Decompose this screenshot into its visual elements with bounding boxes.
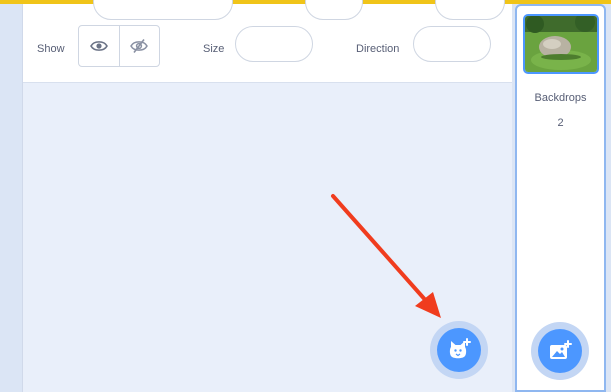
left-gutter [0, 4, 22, 392]
image-plus-icon [550, 340, 572, 359]
show-label: Show [37, 43, 65, 55]
size-label: Size [203, 43, 225, 55]
backdrops-count: 2 [557, 117, 564, 129]
backdrop-image [525, 16, 597, 72]
backdrops-label: Backdrops [534, 92, 587, 104]
stage-selector[interactable]: Backdrops 2 [515, 4, 606, 392]
choose-backdrop-button[interactable] [531, 322, 589, 380]
eye-slash-icon [130, 39, 149, 53]
cat-plus-icon [449, 338, 471, 359]
sprite-name-field[interactable] [93, 0, 233, 20]
show-sprite-button[interactable] [79, 26, 119, 66]
sprite-info-pane: Show Size Direction [23, 0, 513, 83]
stage-backdrop-thumbnail[interactable] [523, 14, 599, 74]
size-input[interactable] [235, 26, 313, 62]
direction-label: Direction [356, 43, 400, 55]
stage-selector-column: Backdrops 2 [512, 4, 611, 392]
visibility-toggle [78, 25, 160, 67]
hide-sprite-button[interactable] [118, 26, 160, 66]
choose-sprite-button[interactable] [430, 321, 488, 379]
direction-input[interactable] [413, 26, 491, 62]
x-position-field[interactable] [305, 0, 363, 20]
eye-icon [89, 41, 108, 51]
sprite-pane: Show Size Direction [22, 0, 514, 392]
y-position-field[interactable] [435, 0, 505, 20]
